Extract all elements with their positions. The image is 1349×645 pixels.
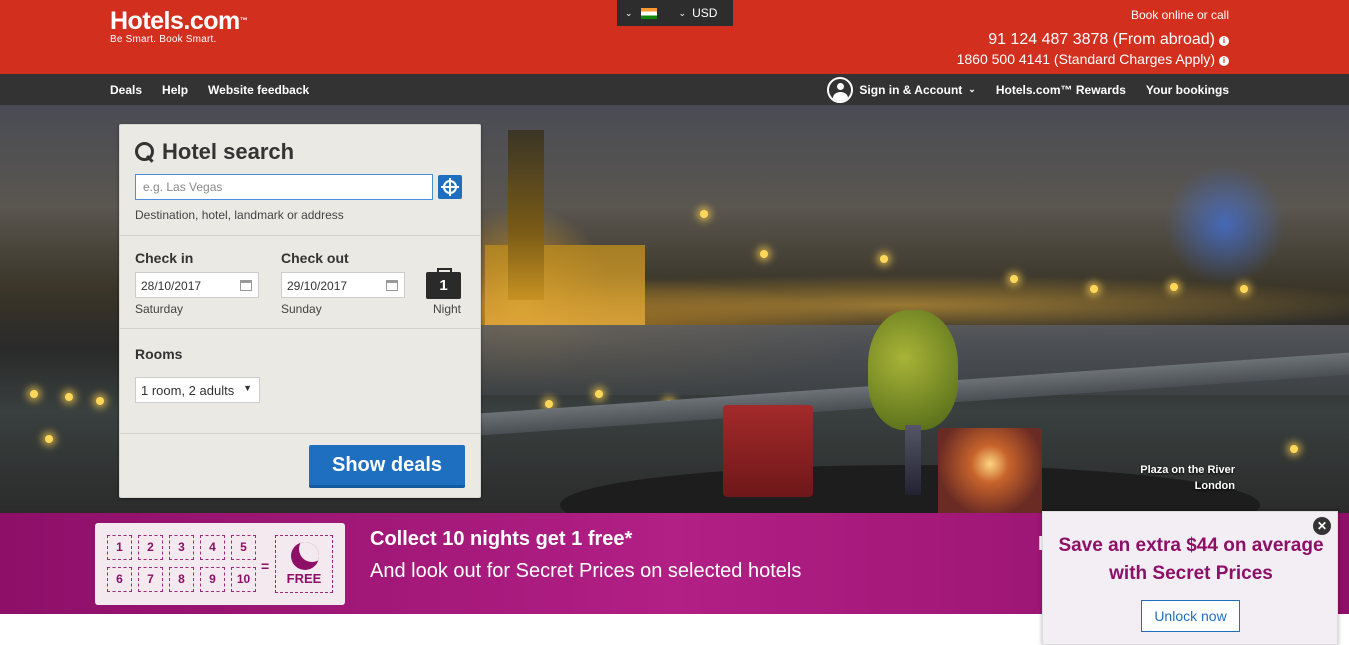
night-box: 8	[169, 567, 194, 592]
crosshair-icon	[441, 178, 459, 196]
checkout-date-value: 29/10/2017	[287, 279, 348, 293]
divider	[120, 328, 480, 329]
chevron-down-icon: ⌄	[625, 7, 633, 18]
nights-count-icon: 1	[426, 268, 461, 299]
moon-icon	[291, 542, 319, 570]
nav-website-feedback[interactable]: Website feedback	[208, 83, 309, 97]
calendar-icon	[240, 280, 252, 291]
photo-caption: Plaza on the River London	[1140, 462, 1235, 494]
user-avatar-icon	[827, 76, 854, 103]
checkin-date-field[interactable]: 28/10/2017	[135, 272, 259, 298]
promo-title: Collect 10 nights get 1 free*	[370, 528, 633, 550]
city-light	[1010, 275, 1018, 283]
city-light	[30, 390, 38, 398]
dropdown-arrow-icon: ▼	[243, 383, 252, 393]
chevron-down-icon: ⌄	[968, 84, 976, 94]
rewards-card: 1 2 3 4 5 6 7 8 9 10 = FREE	[95, 523, 345, 605]
nav-deals[interactable]: Deals	[110, 83, 142, 97]
chevron-down-icon: ⌄	[678, 7, 687, 18]
nav-help[interactable]: Help	[162, 83, 188, 97]
city-light	[65, 393, 73, 401]
checkin-day: Saturday	[135, 302, 184, 316]
cocktail-glass-green	[868, 310, 958, 430]
caption-hotel: Plaza on the River	[1140, 464, 1235, 476]
free-label: FREE	[286, 571, 322, 586]
info-icon[interactable]: i	[1219, 56, 1229, 66]
logo-tagline: Be Smart. Book Smart.	[110, 34, 217, 45]
book-online-label: Book online or call	[1130, 8, 1229, 22]
hotels-logo[interactable]: Hotels.com™ Be Smart. Book Smart.	[110, 7, 248, 45]
nav-your-bookings[interactable]: Your bookings	[1146, 83, 1229, 97]
night-box: 2	[138, 535, 163, 560]
night-box: 6	[107, 567, 132, 592]
signin-account-menu[interactable]: Sign in & Account ⌄	[827, 76, 976, 103]
night-box: 5	[231, 535, 256, 560]
search-icon	[135, 142, 155, 162]
cocktail-glass-red	[723, 405, 813, 497]
glass-stem	[905, 425, 921, 495]
search-title: Hotel search	[135, 139, 294, 165]
unlock-now-button[interactable]: Unlock now	[1141, 600, 1240, 632]
candle-holder	[938, 428, 1042, 513]
night-box: 4	[200, 535, 225, 560]
locate-me-button[interactable]	[438, 175, 462, 199]
nights-label: Night	[433, 302, 462, 316]
currency-label: USD	[692, 6, 718, 20]
popup-message: Save an extra $44 on average with Secret…	[1058, 535, 1324, 584]
city-light	[1240, 285, 1248, 293]
info-icon[interactable]: i	[1219, 36, 1229, 46]
logo-text: Hotels.com	[110, 7, 240, 35]
city-light	[545, 400, 553, 408]
night-box: 3	[169, 535, 194, 560]
city-light	[1290, 445, 1298, 453]
equals-sign: =	[261, 558, 270, 574]
currency-selector[interactable]: ⌄ USD	[679, 6, 718, 20]
signin-label: Sign in & Account	[859, 82, 963, 97]
city-light	[1170, 283, 1178, 291]
checkout-date-field[interactable]: 29/10/2017	[281, 272, 405, 298]
hotel-search-panel: Hotel search Destination, hotel, landmar…	[119, 124, 481, 498]
rooms-select[interactable]: 1 room, 2 adults ▼	[135, 377, 260, 403]
phone-abroad: 91 124 487 3878 (From abroad)	[988, 31, 1215, 48]
rooms-value: 1 room, 2 adults	[141, 383, 235, 398]
free-night-box: FREE	[275, 535, 333, 593]
night-box: 9	[200, 567, 225, 592]
divider	[120, 433, 480, 434]
checkout-label: Check out	[281, 250, 349, 266]
phone-standard: 1860 500 4141 (Standard Charges Apply)	[956, 51, 1215, 67]
night-box: 1	[107, 535, 132, 560]
city-light	[96, 397, 104, 405]
search-title-text: Hotel search	[162, 139, 295, 164]
night-box: 7	[138, 567, 163, 592]
locale-selector[interactable]: ⌄ ⌄ USD	[617, 0, 733, 26]
destination-input[interactable]	[135, 174, 433, 200]
top-header: Hotels.com™ Be Smart. Book Smart. ⌄ ⌄ US…	[0, 0, 1349, 74]
promo-subtitle: And look out for Secret Prices on select…	[370, 560, 802, 582]
caption-city: London	[1194, 480, 1235, 492]
night-box: 10	[231, 567, 256, 592]
city-light	[1090, 285, 1098, 293]
logo-tm: ™	[239, 16, 248, 25]
show-deals-button[interactable]: Show deals	[309, 445, 465, 488]
divider	[120, 235, 480, 236]
checkin-date-value: 28/10/2017	[141, 279, 202, 293]
nav-rewards[interactable]: Hotels.com™ Rewards	[996, 83, 1126, 97]
secret-prices-popup: ✕ Save an extra $44 on average with Secr…	[1042, 511, 1338, 645]
city-light	[760, 250, 768, 258]
city-light	[45, 435, 53, 443]
city-light	[700, 210, 708, 218]
india-flag-icon	[640, 7, 657, 19]
main-nav: Deals Help Website feedback Sign in & Ac…	[0, 74, 1349, 105]
big-ben-scene	[508, 130, 544, 300]
city-light	[595, 390, 603, 398]
city-light	[880, 255, 888, 263]
destination-help: Destination, hotel, landmark or address	[135, 208, 344, 222]
rooms-label: Rooms	[135, 346, 183, 362]
calendar-icon	[386, 280, 398, 291]
contact-info: Book online or call 91 124 487 3878 (Fro…	[957, 8, 1229, 67]
checkout-day: Sunday	[281, 302, 322, 316]
checkin-label: Check in	[135, 250, 194, 266]
